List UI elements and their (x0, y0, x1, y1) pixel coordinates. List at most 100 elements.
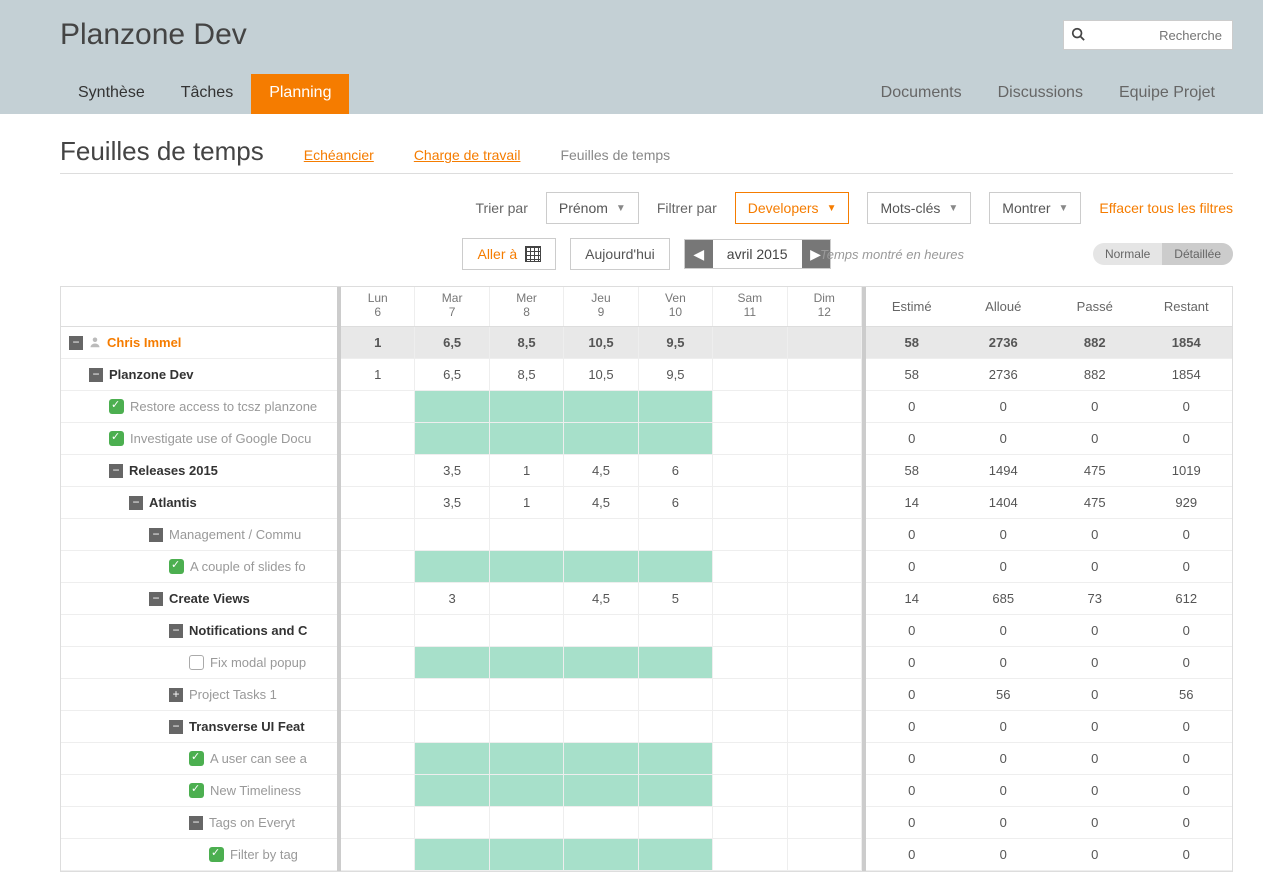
day-cell[interactable]: 9,5 (639, 327, 713, 358)
day-cell[interactable] (788, 487, 862, 518)
day-cell[interactable] (639, 647, 713, 678)
day-cell[interactable]: 8,5 (490, 327, 564, 358)
day-cell[interactable] (415, 711, 489, 742)
day-cell[interactable] (564, 423, 638, 454)
collapse-icon[interactable] (149, 592, 163, 606)
collapse-icon[interactable] (169, 624, 183, 638)
tree-row[interactable]: Fix modal popup (61, 647, 337, 679)
day-cell[interactable] (788, 743, 862, 774)
day-cell[interactable] (713, 551, 787, 582)
day-cell[interactable] (788, 423, 862, 454)
day-cell[interactable] (639, 743, 713, 774)
day-cell[interactable] (788, 615, 862, 646)
day-cell[interactable] (341, 391, 415, 422)
day-cell[interactable] (341, 519, 415, 550)
day-cell[interactable]: 4,5 (564, 487, 638, 518)
day-cell[interactable]: 1 (490, 455, 564, 486)
day-cell[interactable] (713, 743, 787, 774)
day-cell[interactable] (341, 455, 415, 486)
day-cell[interactable] (639, 775, 713, 806)
checkbox-icon[interactable] (189, 655, 204, 670)
day-cell[interactable] (341, 743, 415, 774)
day-cell[interactable]: 9,5 (639, 359, 713, 390)
view-detailed[interactable]: Détaillée (1162, 243, 1233, 265)
tree-row[interactable]: Management / Commu (61, 519, 337, 551)
day-cell[interactable] (788, 583, 862, 614)
search-input[interactable] (1063, 20, 1233, 50)
filter-dropdown[interactable]: Developers ▼ (735, 192, 850, 224)
day-cell[interactable] (639, 807, 713, 838)
day-cell[interactable]: 6,5 (415, 359, 489, 390)
day-cell[interactable]: 4,5 (564, 455, 638, 486)
day-cell[interactable] (490, 711, 564, 742)
subnav-item[interactable]: Feuilles de temps (560, 147, 670, 163)
day-cell[interactable] (788, 775, 862, 806)
day-cell[interactable] (639, 839, 713, 870)
day-cell[interactable] (713, 583, 787, 614)
day-cell[interactable] (564, 743, 638, 774)
day-cell[interactable]: 10,5 (564, 327, 638, 358)
prev-arrow-icon[interactable]: ◀ (685, 240, 713, 268)
day-cell[interactable] (490, 391, 564, 422)
day-cell[interactable] (341, 679, 415, 710)
day-cell[interactable] (415, 679, 489, 710)
checkbox-icon[interactable] (209, 847, 224, 862)
day-cell[interactable] (788, 327, 862, 358)
day-cell[interactable] (490, 583, 564, 614)
nav-item-documents[interactable]: Documents (863, 74, 980, 114)
day-cell[interactable] (788, 647, 862, 678)
day-cell[interactable] (639, 551, 713, 582)
view-normal[interactable]: Normale (1093, 243, 1162, 265)
tree-row[interactable]: Restore access to tcsz planzone (61, 391, 337, 423)
tree-row[interactable]: New Timeliness (61, 775, 337, 807)
tree-row[interactable]: Create Views (61, 583, 337, 615)
day-cell[interactable] (490, 647, 564, 678)
day-cell[interactable] (788, 839, 862, 870)
day-cell[interactable] (415, 743, 489, 774)
day-cell[interactable] (713, 327, 787, 358)
tree-row[interactable]: Atlantis (61, 487, 337, 519)
day-cell[interactable] (639, 679, 713, 710)
day-cell[interactable] (639, 391, 713, 422)
tree-row[interactable]: Tags on Everyt (61, 807, 337, 839)
day-cell[interactable] (341, 839, 415, 870)
day-cell[interactable] (713, 679, 787, 710)
nav-item-synthèse[interactable]: Synthèse (60, 74, 163, 114)
subnav-item[interactable]: Charge de travail (414, 147, 521, 163)
tree-row[interactable]: Filter by tag (61, 839, 337, 871)
day-cell[interactable]: 4,5 (564, 583, 638, 614)
day-cell[interactable] (564, 615, 638, 646)
day-cell[interactable] (341, 551, 415, 582)
day-cell[interactable] (788, 711, 862, 742)
day-cell[interactable] (639, 615, 713, 646)
day-cell[interactable]: 1 (341, 327, 415, 358)
collapse-icon[interactable] (69, 336, 83, 350)
collapse-icon[interactable] (109, 464, 123, 478)
day-cell[interactable] (788, 551, 862, 582)
day-cell[interactable] (341, 711, 415, 742)
day-cell[interactable]: 10,5 (564, 359, 638, 390)
day-cell[interactable] (788, 807, 862, 838)
collapse-icon[interactable] (89, 368, 103, 382)
goto-button[interactable]: Aller à (462, 238, 556, 270)
day-cell[interactable] (415, 647, 489, 678)
nav-item-equipe-projet[interactable]: Equipe Projet (1101, 74, 1233, 114)
day-cell[interactable] (564, 679, 638, 710)
nav-item-discussions[interactable]: Discussions (980, 74, 1101, 114)
keywords-dropdown[interactable]: Mots-clés ▼ (867, 192, 971, 224)
checkbox-icon[interactable] (169, 559, 184, 574)
day-cell[interactable] (490, 615, 564, 646)
day-cell[interactable] (490, 807, 564, 838)
day-cell[interactable] (788, 359, 862, 390)
checkbox-icon[interactable] (189, 783, 204, 798)
day-cell[interactable] (713, 775, 787, 806)
day-cell[interactable] (713, 839, 787, 870)
day-cell[interactable] (713, 391, 787, 422)
checkbox-icon[interactable] (189, 751, 204, 766)
tree-row[interactable]: A couple of slides fo (61, 551, 337, 583)
collapse-icon[interactable] (129, 496, 143, 510)
day-cell[interactable] (341, 775, 415, 806)
day-cell[interactable] (490, 743, 564, 774)
tree-row[interactable]: Chris Immel (61, 327, 337, 359)
day-cell[interactable]: 5 (639, 583, 713, 614)
